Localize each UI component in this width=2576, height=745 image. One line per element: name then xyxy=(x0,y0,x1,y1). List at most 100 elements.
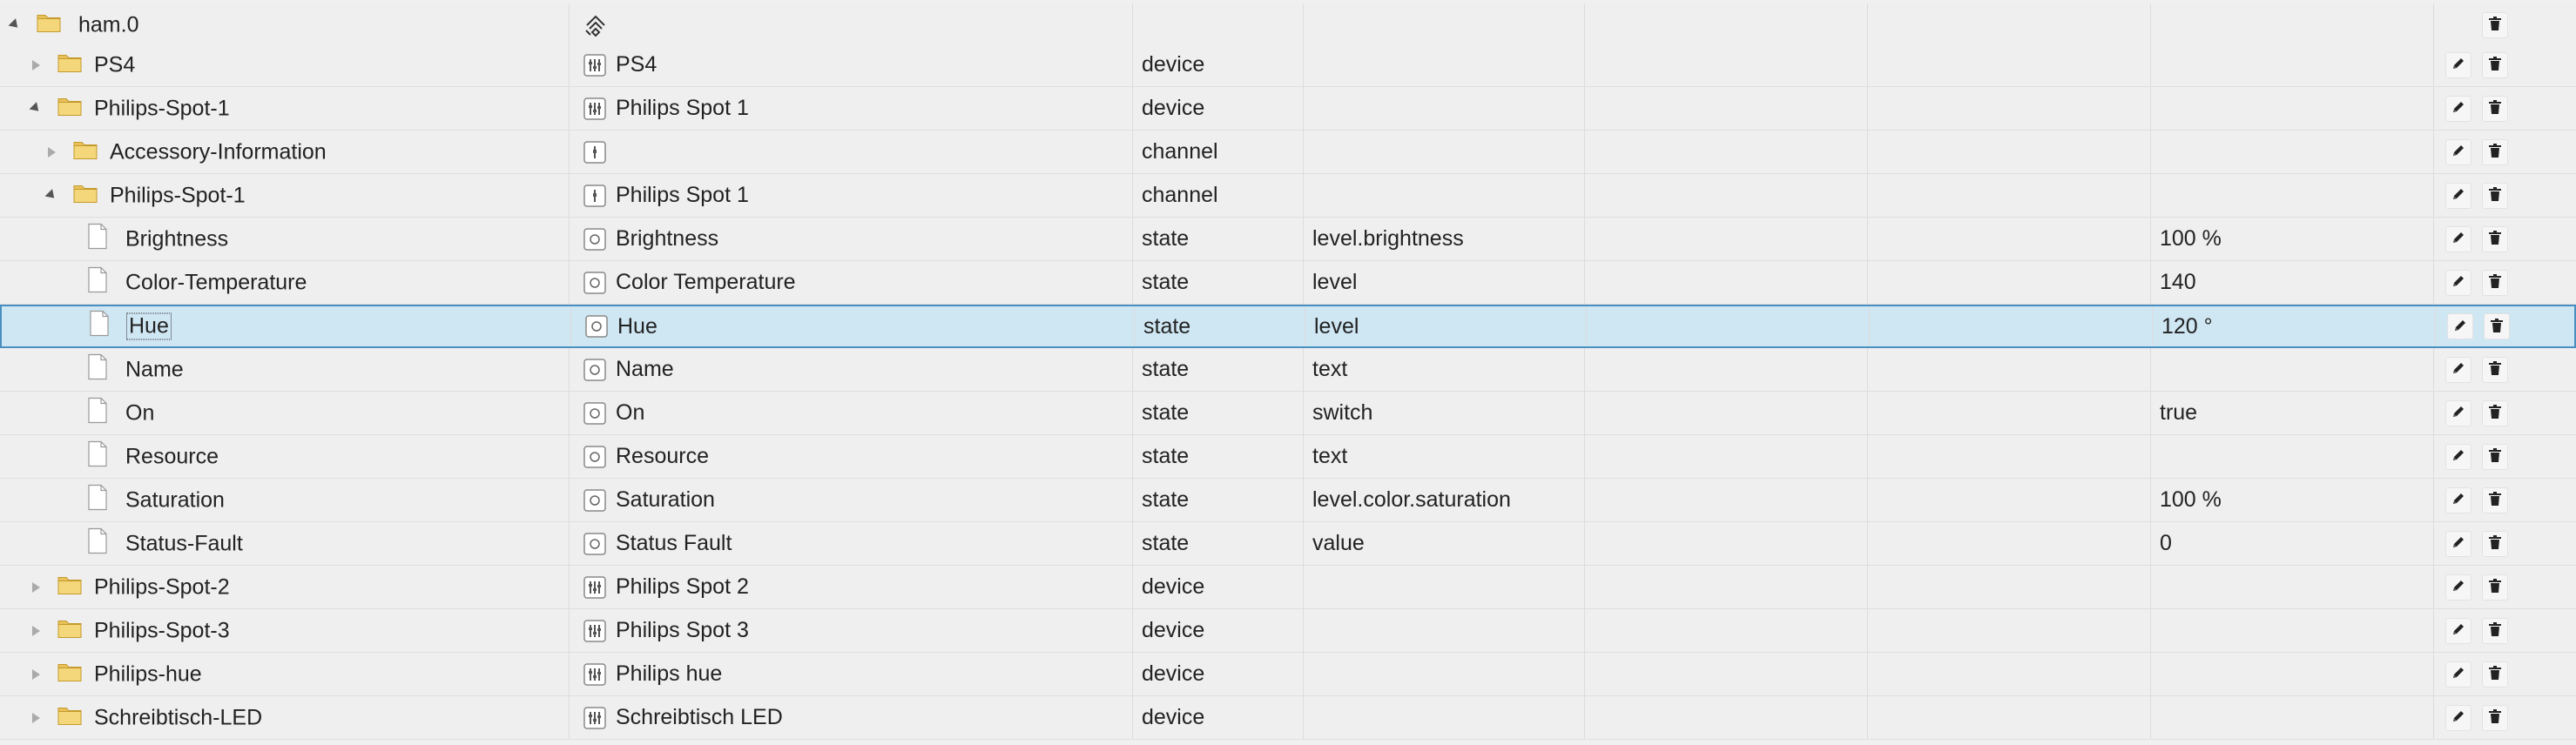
delete-button[interactable] xyxy=(2482,356,2508,383)
device-icon xyxy=(583,53,607,77)
edit-button[interactable] xyxy=(2445,356,2471,383)
edit-button[interactable] xyxy=(2445,95,2471,122)
edit-button[interactable] xyxy=(2445,182,2471,209)
function-cell xyxy=(1868,131,2151,173)
value-cell[interactable] xyxy=(2151,44,2434,86)
type-cell: device xyxy=(1133,653,1304,695)
type-label: device xyxy=(1142,574,1205,599)
value-cell[interactable] xyxy=(2151,348,2434,391)
value-cell[interactable] xyxy=(2151,653,2434,695)
collapse-toggle-icon[interactable] xyxy=(29,102,43,115)
tree-row[interactable]: Philips-Spot-3 Philips Spot 3 device xyxy=(0,609,2576,653)
delete-button[interactable] xyxy=(2482,487,2508,513)
value-cell[interactable] xyxy=(2151,87,2434,130)
tree-row[interactable]: Saturation Saturation state level.color.sat… xyxy=(0,479,2576,522)
tree-row[interactable]: Color-Temperature Color Temperature state l… xyxy=(0,261,2576,305)
edit-button[interactable] xyxy=(2445,138,2471,165)
tree-row[interactable]: Hue Hue state level 120 ° xyxy=(0,305,2576,348)
delete-button[interactable] xyxy=(2482,661,2508,688)
edit-button[interactable] xyxy=(2445,399,2471,426)
tree-row[interactable]: Brightness Brightness state level.brightnes… xyxy=(0,218,2576,261)
edit-button[interactable] xyxy=(2445,487,2471,513)
delete-button[interactable] xyxy=(2482,11,2508,38)
pencil-icon xyxy=(2451,531,2466,556)
value-cell[interactable] xyxy=(2151,609,2434,652)
value-cell[interactable]: 120 ° xyxy=(2153,306,2436,346)
value-cell[interactable]: 140 xyxy=(2151,261,2434,304)
edit-button[interactable] xyxy=(2445,443,2471,470)
tree-row[interactable]: Status-Fault Status Fault state value 0 xyxy=(0,522,2576,566)
edit-button[interactable] xyxy=(2447,313,2473,339)
value-cell[interactable]: 100 % xyxy=(2151,479,2434,521)
value-cell[interactable]: 100 % xyxy=(2151,218,2434,260)
tree-row[interactable]: ham.0 xyxy=(0,3,2576,47)
edit-button[interactable] xyxy=(2445,530,2471,557)
expand-toggle-icon[interactable] xyxy=(30,625,42,637)
tree-row[interactable]: Resource Resource state text xyxy=(0,435,2576,479)
value-cell[interactable] xyxy=(2151,435,2434,478)
edit-button[interactable] xyxy=(2445,269,2471,296)
collapse-toggle-icon[interactable] xyxy=(44,189,58,202)
value-cell[interactable]: 0 xyxy=(2151,522,2434,565)
trash-icon xyxy=(2488,226,2502,252)
tree-row[interactable]: Philips-Spot-1 Philips Spot 1 channel xyxy=(0,174,2576,218)
edit-button[interactable] xyxy=(2445,225,2471,252)
value-cell[interactable] xyxy=(2151,566,2434,608)
value-cell[interactable] xyxy=(2151,131,2434,173)
edit-button[interactable] xyxy=(2445,617,2471,644)
delete-button[interactable] xyxy=(2482,443,2508,470)
file-icon xyxy=(87,484,108,516)
delete-button[interactable] xyxy=(2482,138,2508,165)
trash-icon xyxy=(2488,661,2502,687)
delete-button[interactable] xyxy=(2482,269,2508,296)
name-cell: Accessory-Information xyxy=(0,131,570,173)
delete-button[interactable] xyxy=(2482,51,2508,78)
expand-toggle-icon[interactable] xyxy=(45,146,57,158)
trash-icon xyxy=(2488,183,2502,208)
value-label: 100 % xyxy=(2160,487,2222,512)
type-cell: device xyxy=(1133,696,1304,739)
delete-button[interactable] xyxy=(2482,574,2508,601)
role-cell: text xyxy=(1304,435,1585,478)
delete-button[interactable] xyxy=(2482,704,2508,731)
type-cell: state xyxy=(1133,348,1304,391)
delete-button[interactable] xyxy=(2482,95,2508,122)
tree-row[interactable]: PS4 PS4 device xyxy=(0,44,2576,87)
edit-button[interactable] xyxy=(2445,704,2471,731)
expand-toggle-icon[interactable] xyxy=(30,668,42,681)
delete-button[interactable] xyxy=(2482,399,2508,426)
delete-button[interactable] xyxy=(2482,617,2508,644)
delete-button[interactable] xyxy=(2484,313,2510,339)
tree-row[interactable]: Accessory-Information channel xyxy=(0,131,2576,174)
tree-row[interactable]: Philips-Spot-2 Philips Spot 2 device xyxy=(0,566,2576,609)
collapse-toggle-icon[interactable] xyxy=(8,18,22,31)
display-name-cell: Resource xyxy=(570,435,1133,478)
tree-row[interactable]: On On state switch true xyxy=(0,392,2576,435)
edit-button[interactable] xyxy=(2445,51,2471,78)
value-cell[interactable] xyxy=(2151,3,2434,46)
expand-toggle-icon[interactable] xyxy=(30,712,42,724)
trash-icon xyxy=(2488,444,2502,469)
value-cell[interactable] xyxy=(2151,696,2434,739)
delete-button[interactable] xyxy=(2482,225,2508,252)
edit-button[interactable] xyxy=(2445,661,2471,688)
function-cell xyxy=(1868,566,2151,608)
tree-row[interactable]: Schreibtisch-LED Schreibtisch LED device xyxy=(0,696,2576,740)
object-tree: ham.0 PS4 PS4 device Philips-Spot-1 Philips S… xyxy=(0,0,2576,745)
delete-button[interactable] xyxy=(2482,182,2508,209)
type-cell: channel xyxy=(1133,131,1304,173)
file-icon xyxy=(87,223,108,255)
file-icon xyxy=(87,440,108,473)
value-cell[interactable] xyxy=(2151,174,2434,217)
type-cell: state xyxy=(1133,218,1304,260)
edit-button[interactable] xyxy=(2445,574,2471,601)
value-cell[interactable]: true xyxy=(2151,392,2434,434)
expand-toggle-icon[interactable] xyxy=(30,581,42,594)
tree-row[interactable]: Philips-hue Philips hue device xyxy=(0,653,2576,696)
type-cell: state xyxy=(1135,306,1305,346)
delete-button[interactable] xyxy=(2482,530,2508,557)
tree-row[interactable]: Name Name state text xyxy=(0,348,2576,392)
tree-row[interactable]: Philips-Spot-1 Philips Spot 1 device xyxy=(0,87,2576,131)
object-id-label: PS4 xyxy=(94,52,136,77)
expand-toggle-icon[interactable] xyxy=(30,59,42,71)
